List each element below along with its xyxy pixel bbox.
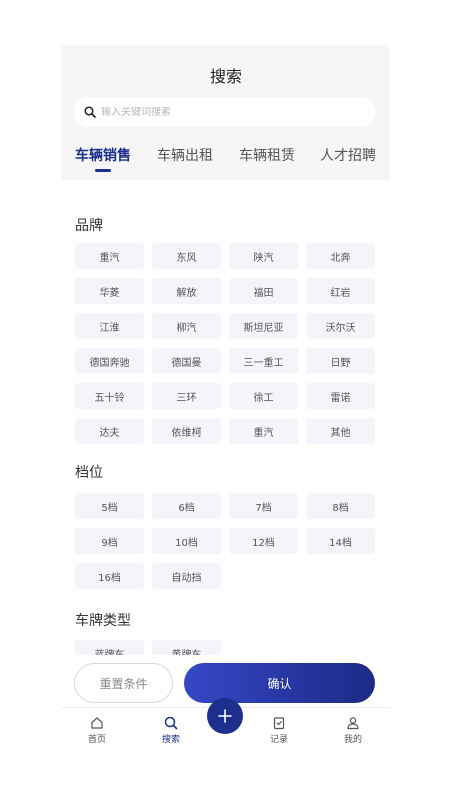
- nav-record-label: 记录: [269, 735, 288, 745]
- nav-record[interactable]: 记录: [259, 716, 299, 745]
- brand-option[interactable]: 斯坦尼亚: [229, 313, 298, 339]
- brand-option[interactable]: 红岩: [306, 278, 375, 304]
- brand-option[interactable]: 陕汽: [229, 243, 298, 269]
- gear-option[interactable]: 9档: [75, 528, 144, 554]
- brand-option[interactable]: 柳汽: [152, 313, 221, 339]
- brand-option[interactable]: 华菱: [75, 278, 144, 304]
- home-icon: [91, 717, 103, 729]
- plate-type-option[interactable]: 黄牌车: [152, 640, 221, 655]
- brand-option[interactable]: 达夫: [75, 418, 144, 444]
- search-bar[interactable]: [74, 97, 376, 127]
- brand-option[interactable]: 徐工: [229, 383, 298, 409]
- brand-option[interactable]: 日野: [306, 348, 375, 374]
- confirm-button[interactable]: 确认: [184, 663, 375, 703]
- nav-profile[interactable]: 我的: [333, 716, 373, 745]
- bottom-navigation: 首页 搜索 记录 我的: [62, 698, 390, 757]
- reset-filters-button[interactable]: 重置条件: [74, 663, 173, 703]
- gear-option[interactable]: 14档: [306, 528, 375, 554]
- nav-home-label: 首页: [87, 735, 106, 745]
- plate-type-section-title: 车牌类型: [75, 613, 131, 629]
- brand-section-title: 品牌: [75, 218, 103, 234]
- brand-option[interactable]: 雷诺: [306, 383, 375, 409]
- brand-option[interactable]: 重汽: [229, 418, 298, 444]
- brand-option[interactable]: 江淮: [75, 313, 144, 339]
- brand-option[interactable]: 依维柯: [152, 418, 221, 444]
- gear-section-title: 档位: [75, 465, 103, 481]
- filter-content[interactable]: 品牌 重汽 东风 陕汽 北奔 华菱 解放 福田 红岩 江淮 柳汽 斯坦尼亚 沃尔…: [62, 180, 390, 655]
- gear-option[interactable]: 16档: [75, 563, 144, 589]
- gear-option[interactable]: 自动挡: [152, 563, 221, 589]
- tab-vehicle-sales[interactable]: 车辆销售: [75, 145, 131, 165]
- brand-option[interactable]: 沃尔沃: [306, 313, 375, 339]
- tab-vehicle-leasing[interactable]: 车辆租赁: [239, 145, 295, 165]
- gear-option[interactable]: 5档: [75, 493, 144, 519]
- phone-screen: 搜索 车辆销售 车辆出租 车辆租赁 人才招聘 品牌 重汽 东风 陕汽 北奔 华菱…: [62, 45, 390, 757]
- nav-search[interactable]: 搜索: [151, 716, 191, 745]
- search-icon: [84, 106, 96, 118]
- brand-option[interactable]: 其他: [306, 418, 375, 444]
- active-tab-indicator: [95, 169, 111, 172]
- plus-icon: [218, 709, 232, 723]
- brand-option[interactable]: 重汽: [75, 243, 144, 269]
- gear-option[interactable]: 6档: [152, 493, 221, 519]
- nav-search-label: 搜索: [161, 735, 180, 745]
- page-title: 搜索: [209, 67, 242, 86]
- add-post-button[interactable]: [207, 698, 243, 734]
- gear-option[interactable]: 7档: [229, 493, 298, 519]
- gear-option[interactable]: 10档: [152, 528, 221, 554]
- brand-option[interactable]: 福田: [229, 278, 298, 304]
- nav-home[interactable]: 首页: [77, 716, 117, 745]
- nav-profile-label: 我的: [343, 735, 362, 745]
- brand-option[interactable]: 德国奔驰: [75, 348, 144, 374]
- gear-option[interactable]: 8档: [306, 493, 375, 519]
- brand-option[interactable]: 三环: [152, 383, 221, 409]
- tab-recruitment[interactable]: 人才招聘: [320, 145, 376, 165]
- brand-option[interactable]: 三一重工: [229, 348, 298, 374]
- search-input[interactable]: [101, 106, 351, 118]
- search-icon: [164, 716, 178, 730]
- brand-option[interactable]: 东风: [152, 243, 221, 269]
- user-icon: [347, 717, 359, 730]
- tab-vehicle-rental-out[interactable]: 车辆出租: [157, 145, 213, 165]
- brand-option[interactable]: 德国曼: [152, 348, 221, 374]
- search-header: 搜索 车辆销售 车辆出租 车辆租赁 人才招聘: [62, 45, 390, 180]
- brand-option[interactable]: 解放: [152, 278, 221, 304]
- gear-option[interactable]: 12档: [229, 528, 298, 554]
- category-tabs: 车辆销售 车辆出租 车辆租赁 人才招聘: [62, 145, 390, 175]
- brand-option[interactable]: 五十铃: [75, 383, 144, 409]
- record-icon: [273, 717, 285, 730]
- plate-type-option[interactable]: 蓝牌车: [75, 640, 144, 655]
- brand-option[interactable]: 北奔: [306, 243, 375, 269]
